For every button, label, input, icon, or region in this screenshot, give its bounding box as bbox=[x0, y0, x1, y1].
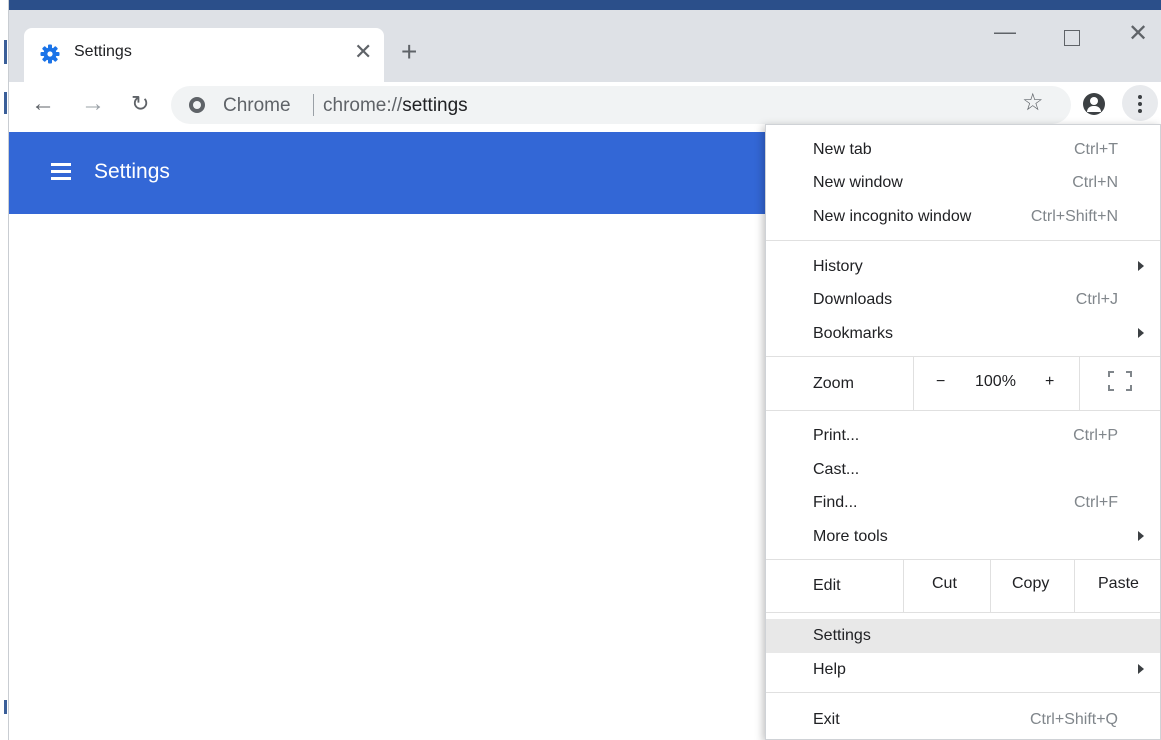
address-bar[interactable]: Chrome chrome://settings bbox=[171, 86, 1071, 124]
hamburger-menu-icon[interactable] bbox=[51, 163, 71, 180]
menu-item-label: Bookmarks bbox=[813, 325, 894, 342]
menu-item-downloads[interactable]: Downloads Ctrl+J bbox=[766, 283, 1160, 317]
edit-divider bbox=[903, 560, 904, 612]
menu-item-settings[interactable]: Settings bbox=[766, 619, 1160, 653]
menu-item-shortcut: Ctrl+F bbox=[1074, 494, 1118, 511]
menu-item-cast[interactable]: Cast... bbox=[766, 453, 1160, 487]
menu-item-label: Settings bbox=[813, 627, 871, 644]
menu-item-new-window[interactable]: New window Ctrl+N bbox=[766, 166, 1160, 200]
menu-separator bbox=[766, 240, 1160, 241]
menu-item-zoom: Zoom bbox=[766, 367, 1160, 401]
menu-item-label: Cast... bbox=[813, 461, 860, 478]
submenu-arrow-icon bbox=[1138, 531, 1144, 541]
url-scheme: chrome:// bbox=[323, 95, 403, 116]
menu-item-shortcut: Ctrl+T bbox=[1074, 141, 1118, 158]
menu-item-label: Downloads bbox=[813, 291, 893, 308]
edit-divider bbox=[1074, 560, 1075, 612]
menu-item-find[interactable]: Find... Ctrl+F bbox=[766, 486, 1160, 520]
tab-title: Settings bbox=[74, 43, 132, 60]
tab-strip: Settings ✕ + — ✕ bbox=[9, 0, 1161, 82]
zoom-in-button[interactable]: + bbox=[1045, 373, 1054, 391]
menu-separator bbox=[766, 559, 1160, 560]
page-title: Settings bbox=[94, 160, 170, 183]
menu-item-more-tools[interactable]: More tools bbox=[766, 520, 1160, 554]
menu-separator bbox=[766, 356, 1160, 357]
menu-item-label: Print... bbox=[813, 427, 860, 444]
menu-item-label: New window bbox=[813, 174, 903, 191]
menu-item-label: History bbox=[813, 258, 863, 275]
submenu-arrow-icon bbox=[1138, 261, 1144, 271]
menu-item-history[interactable]: History bbox=[766, 250, 1160, 284]
menu-item-new-incognito-window[interactable]: New incognito window Ctrl+Shift+N bbox=[766, 200, 1160, 234]
menu-item-label: Exit bbox=[813, 711, 840, 728]
zoom-out-button[interactable]: − bbox=[936, 373, 945, 391]
cut-button[interactable]: Cut bbox=[932, 575, 957, 593]
background-window-sliver bbox=[9, 0, 1161, 10]
url-text: chrome://settings bbox=[323, 95, 468, 117]
reload-icon[interactable]: ↻ bbox=[131, 92, 149, 116]
bookmark-star-icon[interactable]: ☆ bbox=[1022, 91, 1044, 115]
gear-icon bbox=[40, 44, 60, 64]
menu-separator bbox=[766, 612, 1160, 613]
zoom-divider bbox=[913, 357, 914, 410]
site-name: Chrome bbox=[223, 95, 291, 116]
url-divider bbox=[313, 94, 314, 116]
zoom-label: Zoom bbox=[813, 375, 854, 392]
menu-item-shortcut: Ctrl+P bbox=[1073, 427, 1118, 444]
tab-close-icon[interactable]: ✕ bbox=[354, 41, 372, 63]
menu-separator bbox=[766, 692, 1160, 693]
back-arrow-icon[interactable]: ← bbox=[31, 92, 55, 116]
menu-item-label: Help bbox=[813, 661, 846, 678]
browser-window: Settings ✕ + — ✕ ← → ↻ Chrome chrome://s… bbox=[0, 0, 1161, 740]
profile-avatar-icon[interactable] bbox=[1083, 93, 1105, 115]
menu-item-shortcut: Ctrl+J bbox=[1075, 291, 1118, 308]
submenu-arrow-icon bbox=[1138, 664, 1144, 674]
menu-item-new-tab[interactable]: New tab Ctrl+T bbox=[766, 133, 1160, 167]
edit-label: Edit bbox=[813, 577, 841, 594]
submenu-arrow-icon bbox=[1138, 328, 1144, 338]
menu-item-print[interactable]: Print... Ctrl+P bbox=[766, 419, 1160, 453]
maximize-icon[interactable] bbox=[1064, 30, 1080, 46]
menu-item-help[interactable]: Help bbox=[766, 653, 1160, 687]
copy-button[interactable]: Copy bbox=[1012, 575, 1049, 593]
menu-item-shortcut: Ctrl+Shift+N bbox=[1030, 208, 1118, 225]
menu-item-shortcut: Ctrl+N bbox=[1072, 174, 1118, 191]
edit-divider bbox=[990, 560, 991, 612]
forward-arrow-icon[interactable]: → bbox=[81, 92, 105, 116]
window-left-edge bbox=[0, 0, 9, 740]
zoom-level: 100% bbox=[975, 373, 1016, 390]
menu-item-exit[interactable]: Exit Ctrl+Shift+Q bbox=[766, 703, 1160, 737]
url-path: settings bbox=[402, 95, 468, 116]
menu-item-bookmarks[interactable]: Bookmarks bbox=[766, 317, 1160, 351]
chrome-app-menu: New tab Ctrl+T New window Ctrl+N New inc… bbox=[765, 124, 1161, 740]
kebab-menu-icon[interactable] bbox=[1135, 93, 1145, 115]
zoom-divider bbox=[1079, 357, 1080, 410]
chrome-site-icon bbox=[189, 97, 205, 113]
fullscreen-icon[interactable] bbox=[1108, 371, 1132, 391]
menu-separator bbox=[766, 410, 1160, 411]
window-close-icon[interactable]: ✕ bbox=[1128, 22, 1148, 46]
menu-item-label: New tab bbox=[813, 141, 872, 158]
menu-item-label: More tools bbox=[813, 528, 888, 545]
new-tab-plus-icon[interactable]: + bbox=[401, 38, 417, 66]
menu-item-label: Find... bbox=[813, 494, 858, 511]
menu-item-shortcut: Ctrl+Shift+Q bbox=[1029, 711, 1118, 728]
minimize-icon[interactable]: — bbox=[994, 21, 1016, 43]
paste-button[interactable]: Paste bbox=[1098, 575, 1139, 593]
tab-settings[interactable]: Settings ✕ bbox=[24, 28, 384, 82]
menu-item-label: New incognito window bbox=[813, 208, 972, 225]
